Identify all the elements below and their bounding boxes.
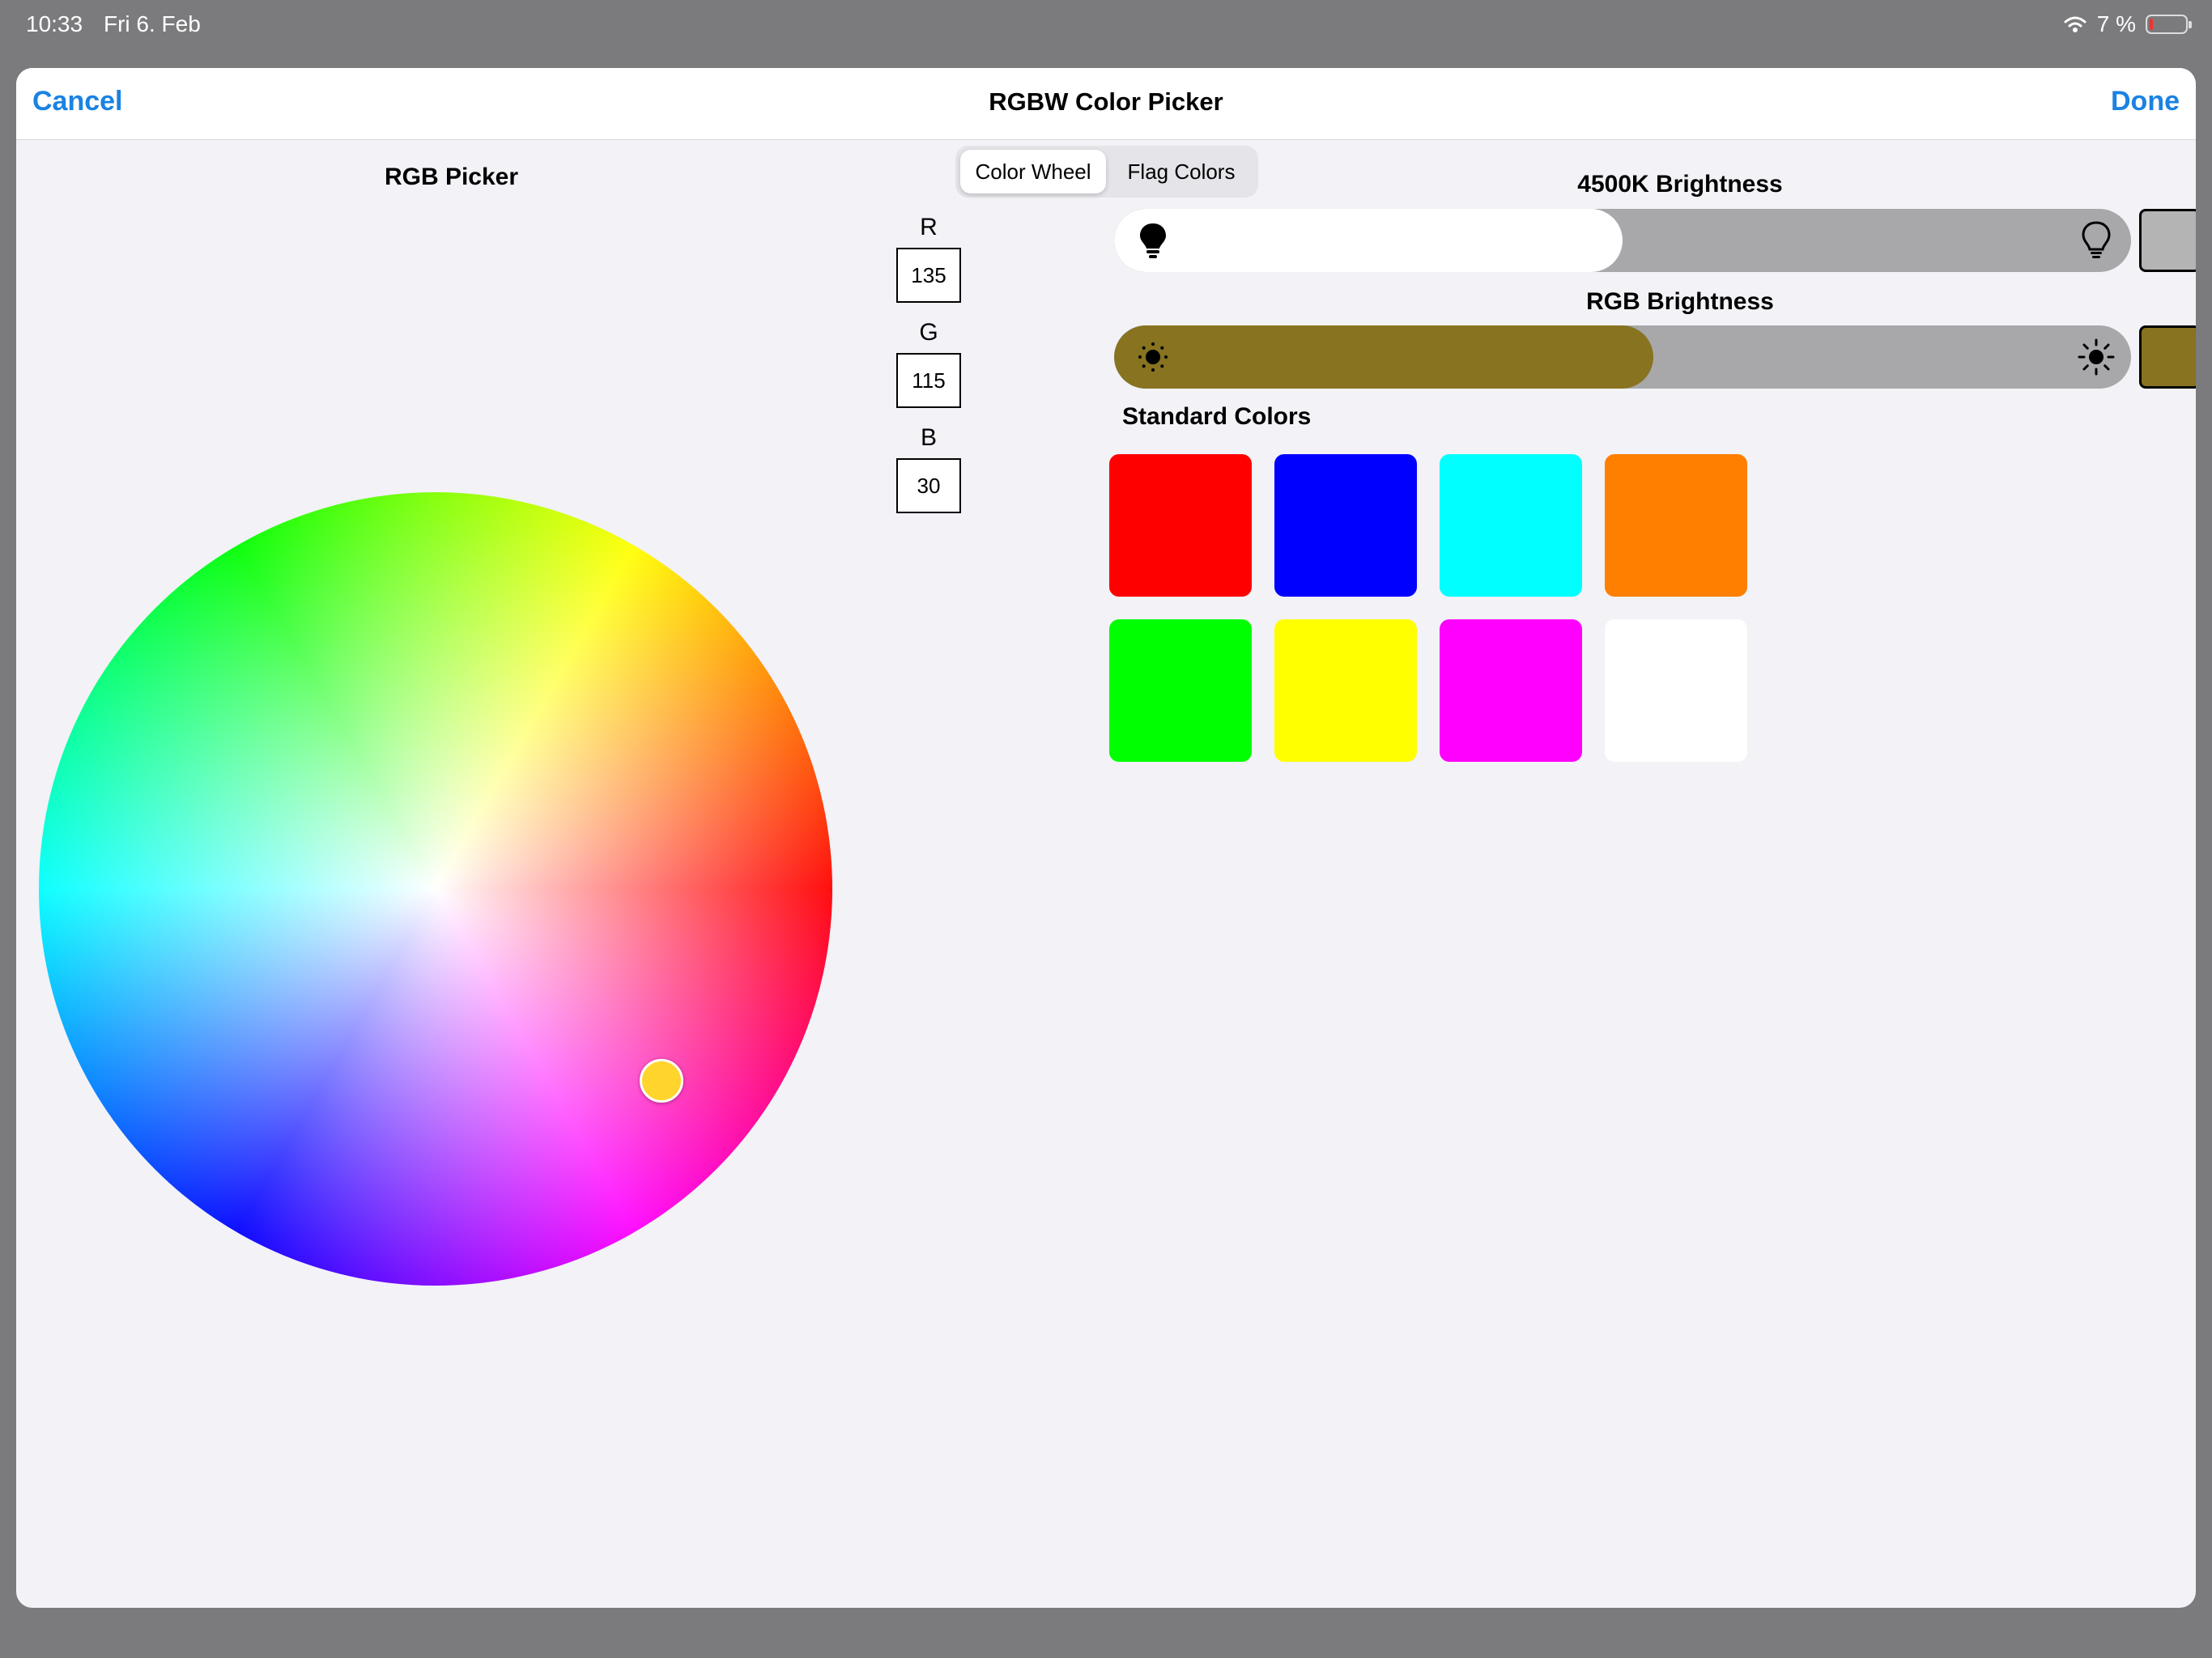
color-wheel[interactable] bbox=[39, 492, 832, 1286]
standard-color-cyan[interactable] bbox=[1440, 454, 1582, 597]
standard-color-yellow[interactable] bbox=[1274, 619, 1417, 762]
blue-label: B bbox=[920, 424, 937, 451]
sun-min-icon bbox=[1138, 342, 1168, 372]
color-wheel-saturation bbox=[39, 492, 832, 1286]
standard-color-magenta[interactable] bbox=[1440, 619, 1582, 762]
tab-color-wheel[interactable]: Color Wheel bbox=[960, 150, 1106, 193]
rgb-brightness-fill bbox=[1114, 325, 1653, 389]
standard-color-white[interactable] bbox=[1605, 619, 1747, 762]
battery-percent: 7 % bbox=[2096, 11, 2136, 36]
red-label: R bbox=[920, 214, 938, 240]
lightbulb-outline-icon bbox=[2082, 221, 2111, 258]
navigation-bar: Cancel RGBW Color Picker Done bbox=[16, 68, 2196, 140]
status-right: 7 % bbox=[2063, 11, 2192, 37]
status-bar: 10:33 Fri 6. Feb 7 % bbox=[0, 0, 2212, 57]
white-brightness-slider[interactable] bbox=[1114, 209, 2131, 272]
lightbulb-filled-icon bbox=[1140, 223, 1166, 258]
battery-icon bbox=[2146, 15, 2192, 34]
standard-colors-title: Standard Colors bbox=[1122, 403, 1312, 430]
page-title: RGBW Color Picker bbox=[989, 87, 1223, 116]
status-time: 10:33 bbox=[26, 11, 83, 36]
color-picker-sheet: Cancel RGBW Color Picker Done RGB Picker… bbox=[16, 68, 2196, 1608]
rgb-color-preview bbox=[2139, 325, 2196, 389]
done-button[interactable]: Done bbox=[2111, 86, 2180, 117]
standard-color-red[interactable] bbox=[1109, 454, 1252, 597]
standard-color-green[interactable] bbox=[1109, 619, 1252, 762]
rgb-brightness-slider[interactable] bbox=[1114, 325, 2131, 389]
white-brightness-title: 4500K Brightness bbox=[1577, 171, 1783, 198]
rgb-brightness-title: RGB Brightness bbox=[1586, 288, 1774, 315]
status-date: Fri 6. Feb bbox=[104, 11, 201, 36]
wifi-icon bbox=[2064, 16, 2087, 32]
rgb-picker-title: RGB Picker bbox=[384, 164, 519, 190]
red-value-field[interactable]: 135 bbox=[896, 248, 961, 303]
white-color-preview bbox=[2139, 209, 2196, 272]
blue-value-field[interactable]: 30 bbox=[896, 458, 961, 513]
color-wheel-handle[interactable] bbox=[640, 1059, 683, 1103]
standard-color-orange[interactable] bbox=[1605, 454, 1747, 597]
white-brightness-fill bbox=[1114, 209, 1623, 272]
green-value-field[interactable]: 115 bbox=[896, 353, 961, 408]
standard-color-blue[interactable] bbox=[1274, 454, 1417, 597]
green-label: G bbox=[919, 319, 938, 346]
sun-max-icon bbox=[2078, 338, 2115, 376]
